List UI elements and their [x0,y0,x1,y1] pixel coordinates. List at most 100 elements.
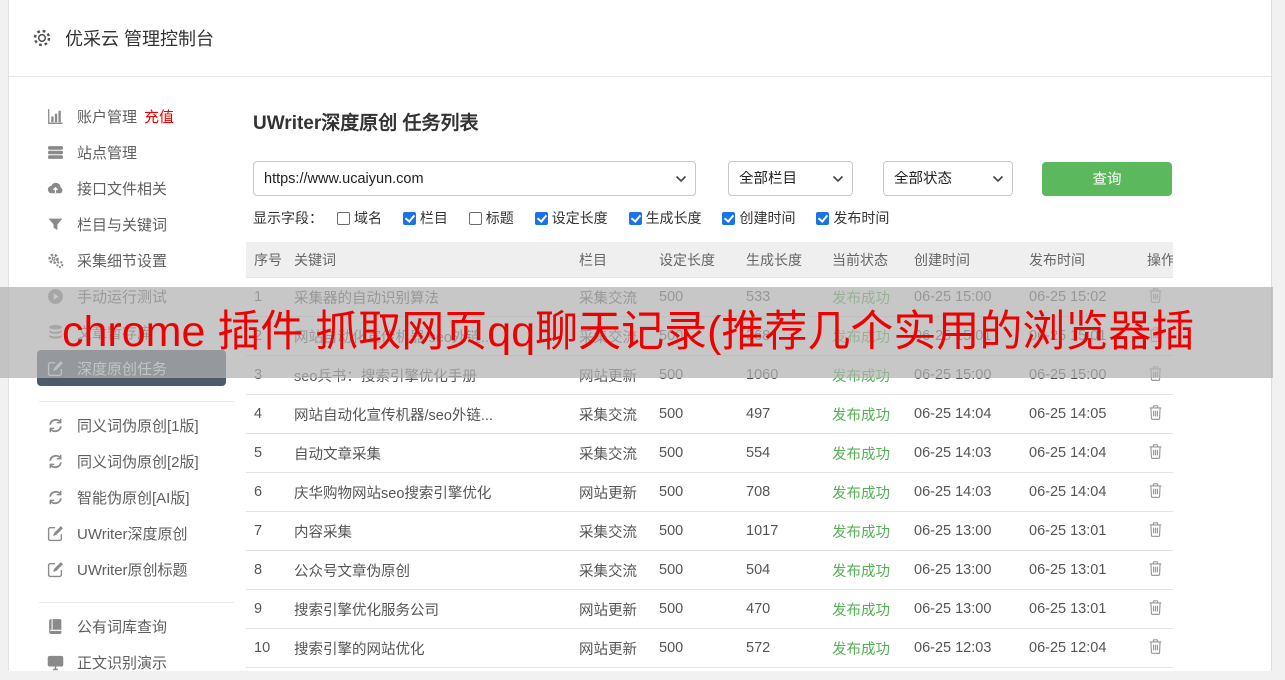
site-select-wrap: https://www.ucaiyun.com [253,161,696,196]
sidebar-item[interactable]: 智能伪原创[AI版] [37,479,226,515]
cell-keyword: 庆华购物网站seo搜索引擎优化 [286,472,571,512]
field-checkbox[interactable]: 发布时间 [816,208,889,228]
column-header: 关键词 [286,242,571,278]
checkbox-icon[interactable] [468,211,482,225]
field-checkbox-label: 发布时间 [833,210,890,226]
server-icon [47,144,64,161]
checkbox-icon[interactable] [337,211,350,225]
field-checkbox-label: 域名 [354,210,382,226]
cell-index: 5 [246,433,286,473]
edit-icon [47,525,64,542]
trash-icon[interactable] [1147,598,1164,617]
cell-actions [1139,628,1173,668]
checkbox-icon[interactable] [628,211,642,225]
field-checkbox[interactable]: 标题 [468,208,514,228]
sidebar-item[interactable]: 账户管理 充值 [37,98,226,134]
monitor-icon [47,654,64,671]
sidebar-item-label: 接口文件相关 [77,180,168,198]
page-title: UWriter深度原创 任务列表 [253,113,479,134]
cell-column: 采集交流 [571,511,651,551]
column-select-wrap: 全部栏目 [728,161,853,196]
cell-keyword: 网站自动化宣传机器/seo外链... [286,394,571,434]
sidebar-item[interactable]: 正文识别演示 [37,644,226,680]
cell-published: 06-25 13:01 [1021,589,1139,629]
cell-gen-length: 470 [738,589,824,629]
field-checkbox[interactable]: 创建时间 [722,208,795,228]
sidebar-item[interactable]: 公有词库查询 [37,608,226,644]
cell-actions [1139,394,1173,434]
cell-set-length: 500 [651,511,738,551]
cell-keyword: 内容采集 [286,511,571,551]
cell-keyword: 公众号文章伪原创 [286,550,571,590]
trash-icon[interactable] [1147,481,1164,500]
sidebar-item-label: 站点管理 [77,144,138,162]
cell-created: 06-25 14:03 [906,472,1021,512]
cell-gen-length: 497 [738,394,824,434]
sidebar-item[interactable]: 同义词伪原创[2版] [37,443,226,479]
table-row: 9 搜索引擎优化服务公司 网站更新 500 470 发布成功 06-25 13:… [246,589,1173,629]
cell-actions [1139,550,1173,590]
column-select[interactable]: 全部栏目 [728,161,853,196]
field-checkbox[interactable]: 设定长度 [534,208,608,228]
gear-icon [31,27,53,49]
trash-icon[interactable] [1147,520,1164,539]
cell-column: 网站更新 [571,589,651,629]
status-select-wrap: 全部状态 [883,161,1013,196]
table-row: 6 庆华购物网站seo搜索引擎优化 网站更新 500 708 发布成功 06-2… [246,472,1173,512]
fields-label: 显示字段： [253,210,323,226]
column-header: 发布时间 [1021,242,1139,278]
cell-keyword: 搜索引擎优化服务公司 [286,589,571,629]
recharge-badge[interactable]: 充值 [144,106,174,127]
trash-icon[interactable] [1147,403,1164,422]
cell-actions [1139,589,1173,629]
site-select[interactable]: https://www.ucaiyun.com [253,161,696,196]
sidebar-item[interactable]: UWriter深度原创 [37,515,226,551]
sidebar-item[interactable]: 栏目与关键词 [37,206,226,242]
field-toggles: 显示字段： 域名 栏目 标题 设定长度 生成长度 创建时间 发布时间 [253,208,1271,228]
sidebar-item-label: 同义词伪原创[1版] [77,417,199,435]
cell-gen-length: 1017 [738,511,824,551]
column-header: 创建时间 [906,242,1021,278]
sidebar-item-label: 同义词伪原创[2版] [77,453,199,471]
cell-keyword: 自动文章采集 [286,433,571,473]
cell-status: 发布成功 [824,394,906,434]
field-checkbox[interactable]: 域名 [337,208,382,228]
filter-bar: https://www.ucaiyun.com 全部栏目 全部状态 查询 [253,161,1271,196]
sidebar-item[interactable]: UWriter原创标题 [37,551,226,587]
cell-set-length: 500 [651,550,738,590]
sidebar-item[interactable]: 接口文件相关 [37,170,226,206]
trash-icon[interactable] [1147,559,1164,578]
trash-icon[interactable] [1147,442,1164,461]
sidebar-item[interactable]: 同义词伪原创[1版] [37,407,226,443]
checkbox-icon[interactable] [534,211,548,225]
cell-set-length: 500 [651,628,738,668]
bar-chart-icon [47,108,64,125]
sidebar-divider [39,401,234,402]
cell-published: 06-25 12:04 [1021,628,1139,668]
checkbox-icon[interactable] [722,211,736,225]
cell-actions [1139,511,1173,551]
field-checkbox[interactable]: 栏目 [402,208,448,228]
column-header: 设定长度 [651,242,738,278]
cell-index: 6 [246,472,286,512]
checkbox-icon[interactable] [402,211,416,225]
refresh-icon [47,417,64,434]
sidebar-item[interactable]: 采集细节设置 [37,242,226,278]
cell-index: 7 [246,511,286,551]
sidebar-item[interactable]: 站点管理 [37,134,226,170]
cell-gen-length: 554 [738,433,824,473]
checkbox-icon[interactable] [816,211,830,225]
cell-column: 采集交流 [571,433,651,473]
status-select[interactable]: 全部状态 [883,161,1013,196]
cell-index: 10 [246,628,286,668]
trash-icon[interactable] [1147,637,1164,656]
field-checkbox[interactable]: 生成长度 [628,208,702,228]
cell-actions [1139,472,1173,512]
cell-published: 06-25 13:01 [1021,511,1139,551]
search-button[interactable]: 查询 [1042,161,1172,196]
refresh-icon [47,453,64,470]
cell-status: 发布成功 [824,511,906,551]
sidebar-item-label: 智能伪原创[AI版] [77,489,190,507]
table-row: 5 自动文章采集 采集交流 500 554 发布成功 06-25 14:03 0… [246,433,1173,473]
watermark-text: chrome 插件 抓取网页qq聊天记录(推荐几个实用的浏览器插 [62,308,1195,356]
